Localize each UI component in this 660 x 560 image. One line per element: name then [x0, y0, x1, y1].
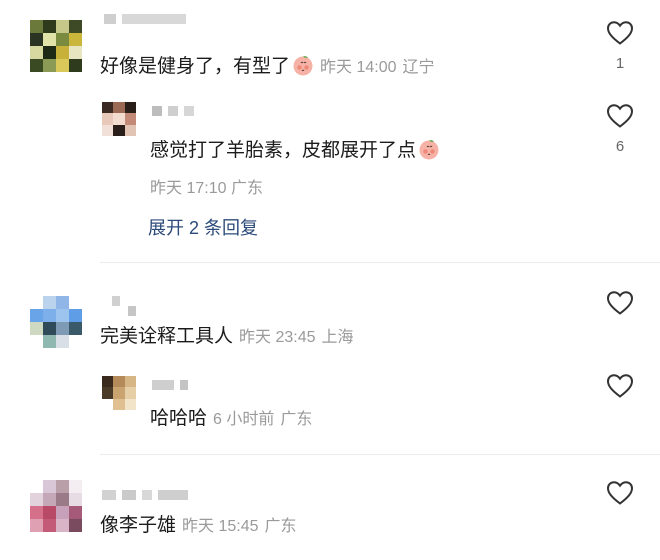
heart-outline-icon [606, 291, 634, 315]
like-button[interactable] [605, 290, 635, 316]
reply-location: 广东 [280, 411, 313, 428]
username-blurred[interactable] [128, 306, 136, 316]
comment-location: 辽宁 [402, 59, 435, 76]
peach-face-emoji [419, 140, 439, 160]
avatar[interactable] [30, 20, 82, 72]
comment-text: 好像是健身了，有型了 昨天 14:00 辽宁 [100, 56, 435, 77]
like-button[interactable] [605, 480, 635, 506]
heart-outline-icon [606, 374, 634, 398]
username-blurred[interactable] [112, 296, 120, 306]
divider [100, 454, 660, 455]
username-blurred[interactable] [104, 14, 186, 24]
avatar[interactable] [102, 102, 136, 136]
peach-face-emoji [293, 56, 313, 76]
comment-time: 昨天 15:45 [182, 518, 259, 535]
username-blurred[interactable] [102, 490, 188, 500]
username-blurred[interactable] [152, 380, 188, 390]
avatar[interactable] [30, 296, 82, 348]
reply-meta: 昨天 17:10 广东 [150, 174, 263, 198]
avatar[interactable] [102, 376, 136, 410]
avatar[interactable] [30, 480, 82, 532]
reply-time: 6 小时前 [213, 411, 275, 428]
reply-time: 昨天 17:10 [150, 180, 227, 197]
reply-text: 感觉打了羊胎素，皮都展开了点 [150, 138, 440, 163]
like-count: 1 [615, 55, 625, 72]
like-count: 6 [615, 138, 625, 155]
heart-outline-icon [606, 481, 634, 505]
heart-outline-icon [606, 21, 634, 45]
like-button[interactable]: 6 [605, 103, 635, 155]
reply-text: 哈哈哈 6 小时前 广东 [150, 408, 313, 429]
divider [100, 262, 660, 263]
username-blurred[interactable] [152, 106, 194, 116]
expand-replies-button[interactable]: 展开 2 条回复 [148, 214, 258, 240]
comment-location: 上海 [321, 329, 354, 346]
comment-time: 昨天 23:45 [239, 329, 316, 346]
reply-location: 广东 [230, 180, 263, 197]
comment-text: 像李子雄 昨天 15:45 广东 [100, 515, 297, 536]
heart-outline-icon [606, 104, 634, 128]
comment-text: 完美诠释工具人 昨天 23:45 上海 [100, 326, 354, 347]
comment-time: 昨天 14:00 [320, 59, 397, 76]
comment-location: 广东 [264, 518, 297, 535]
like-button[interactable]: 1 [605, 20, 635, 72]
like-button[interactable] [605, 373, 635, 399]
